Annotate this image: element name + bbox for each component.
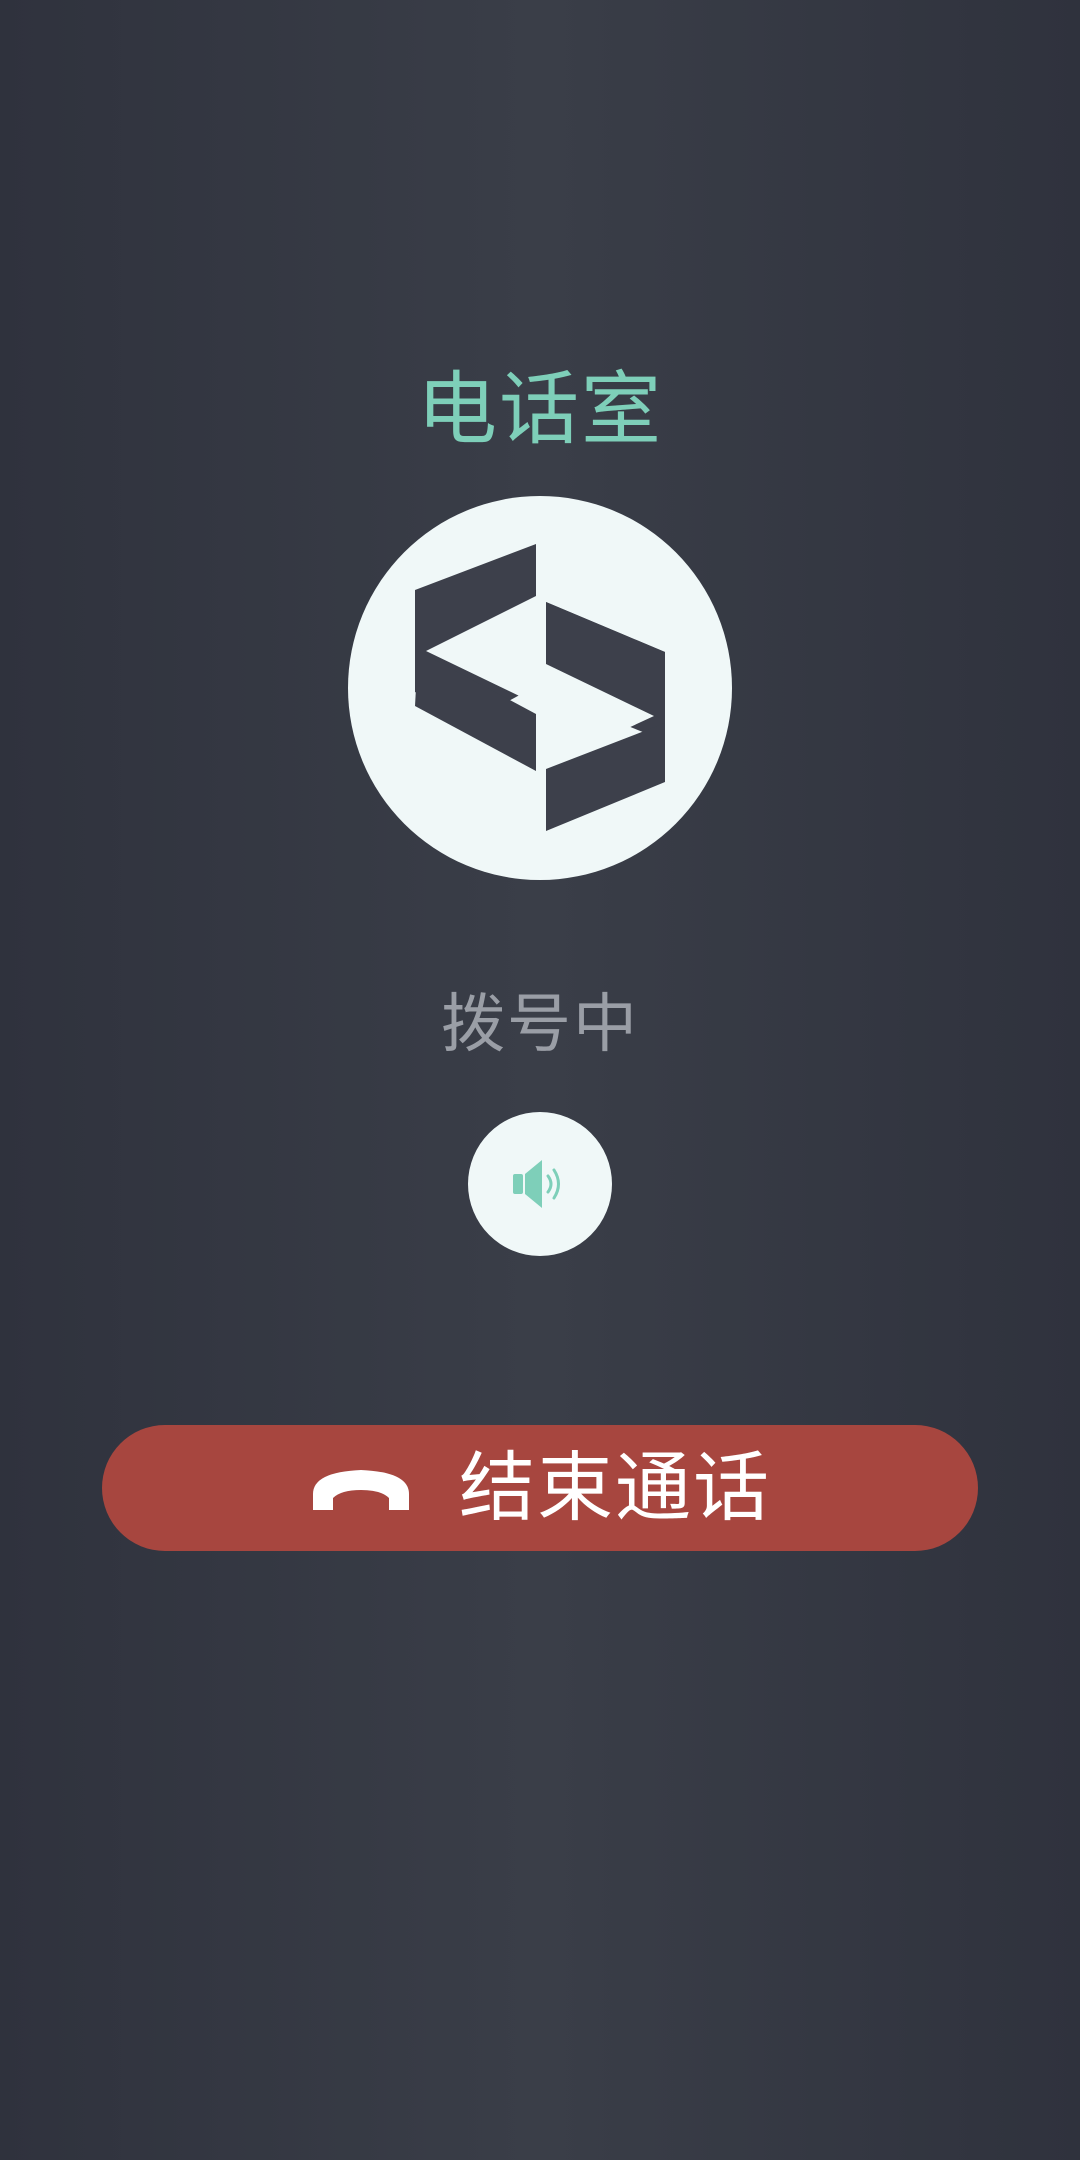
call-title: 电话室 bbox=[417, 363, 663, 456]
phone-hangup-icon bbox=[309, 1460, 413, 1516]
speaker-button[interactable] bbox=[468, 1112, 612, 1256]
speaker-icon bbox=[513, 1160, 560, 1208]
room-logo-icon bbox=[415, 544, 665, 831]
end-call-button[interactable]: 结束通话 bbox=[102, 1425, 978, 1551]
contact-avatar bbox=[348, 496, 732, 880]
end-call-label: 结束通话 bbox=[459, 1443, 771, 1532]
call-status: 拨号中 bbox=[441, 988, 639, 1062]
